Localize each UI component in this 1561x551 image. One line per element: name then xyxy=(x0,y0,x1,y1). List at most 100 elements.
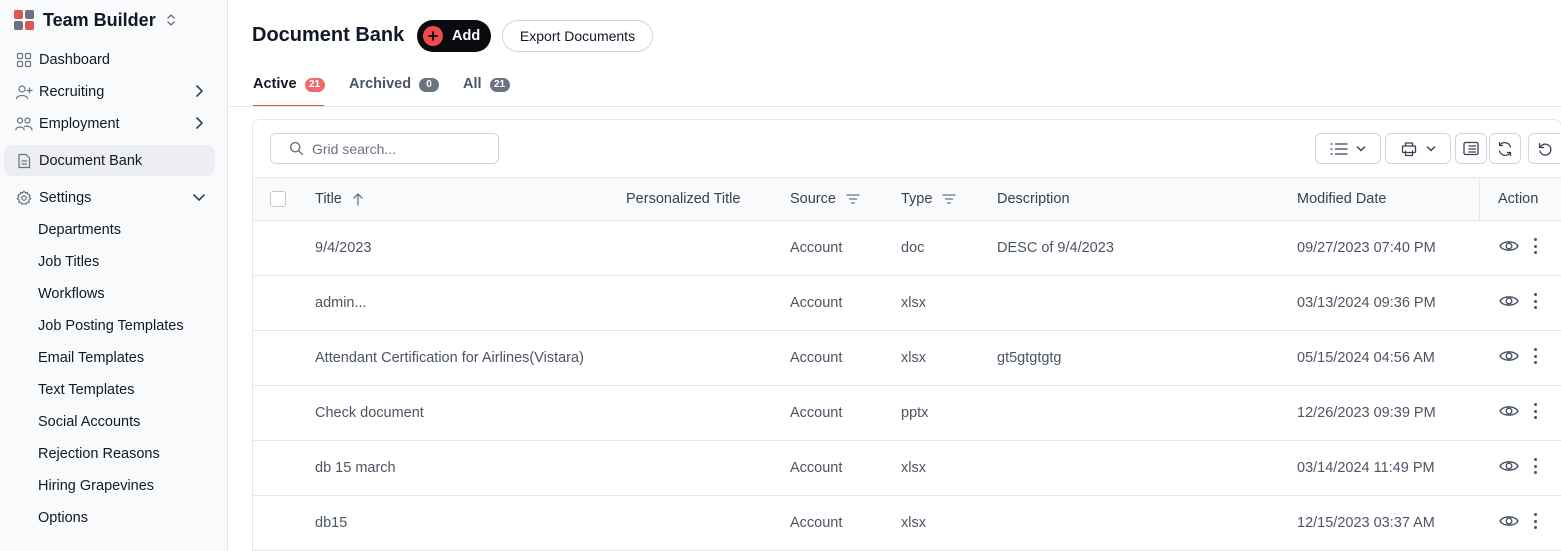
table-row[interactable]: 9/4/2023 Account doc DESC of 9/4/2023 09/27/… xyxy=(253,221,1561,276)
cell-source: Account xyxy=(790,460,843,476)
chevron-down-icon xyxy=(193,194,205,201)
main-content: Document Bank Add Export Documents Activ… xyxy=(229,0,1561,551)
more-options-icon[interactable] xyxy=(1533,293,1537,309)
grid-search[interactable] xyxy=(270,133,499,164)
sidebar-subitem-workflows[interactable]: Workflows xyxy=(38,284,105,304)
cell-type: xlsx xyxy=(901,460,926,476)
reset-button[interactable] xyxy=(1528,133,1560,164)
sidebar-item-recruiting[interactable]: Recruiting xyxy=(4,76,215,107)
sidebar-item-label: Document Bank xyxy=(39,152,143,169)
sidebar-subitem-hiring-grapevines[interactable]: Hiring Grapevines xyxy=(38,476,154,496)
export-icon xyxy=(1401,141,1416,156)
cell-modified-date: 09/27/2023 07:40 PM xyxy=(1297,240,1436,256)
cell-source: Account xyxy=(790,295,843,311)
sidebar-item-document-bank[interactable]: Document Bank xyxy=(4,145,215,176)
view-mode-dropdown[interactable] xyxy=(1315,133,1381,164)
sidebar-subitem-options[interactable]: Options xyxy=(38,508,88,528)
sidebar-subitem-job-titles[interactable]: Job Titles xyxy=(38,252,99,272)
column-header-description[interactable]: Description xyxy=(997,178,1070,220)
sidebar-subitem-social-accounts[interactable]: Social Accounts xyxy=(38,412,140,432)
more-options-icon[interactable] xyxy=(1533,403,1537,419)
user-plus-icon xyxy=(15,83,33,101)
cell-source: Account xyxy=(790,405,843,421)
sidebar-subitem-departments[interactable]: Departments xyxy=(38,220,121,240)
documents-grid: Title Personalized Title Source Type Des… xyxy=(252,119,1561,551)
chevron-down-icon xyxy=(1426,145,1435,151)
eye-icon[interactable] xyxy=(1499,349,1519,363)
column-label: Source xyxy=(790,191,836,207)
plus-icon xyxy=(423,26,443,46)
column-header-title[interactable]: Title xyxy=(315,178,364,220)
eye-icon[interactable] xyxy=(1499,294,1519,308)
refresh-button[interactable] xyxy=(1489,133,1521,164)
cell-type: xlsx xyxy=(901,350,926,366)
eye-icon[interactable] xyxy=(1499,459,1519,473)
table-row[interactable]: admin... Account xlsx 03/13/2024 09:36 PM xyxy=(253,276,1561,331)
eye-icon[interactable] xyxy=(1499,239,1519,253)
add-button-label: Add xyxy=(452,28,481,44)
column-header-action: Action xyxy=(1498,178,1538,220)
search-input[interactable] xyxy=(312,140,482,157)
app-logo-icon xyxy=(14,10,34,30)
cell-modified-date: 05/15/2024 04:56 AM xyxy=(1297,350,1435,366)
tab-label: Active xyxy=(253,76,297,92)
tab-count-badge: 21 xyxy=(489,78,510,92)
sidebar-subitem-email-templates[interactable]: Email Templates xyxy=(38,348,144,368)
table-row[interactable]: db 15 march Account xlsx 03/14/2024 11:49 P… xyxy=(253,441,1561,496)
filter-icon[interactable] xyxy=(942,193,957,205)
column-header-type[interactable]: Type xyxy=(901,178,957,220)
add-button[interactable]: Add xyxy=(417,20,491,52)
tab-active[interactable]: Active 21 xyxy=(253,76,325,107)
tab-all[interactable]: All 21 xyxy=(463,76,510,107)
sidebar-subitem-rejection-reasons[interactable]: Rejection Reasons xyxy=(38,444,160,464)
reset-icon xyxy=(1538,142,1551,156)
column-header-personalized-title[interactable]: Personalized Title xyxy=(626,178,740,220)
column-header-source[interactable]: Source xyxy=(790,178,860,220)
sidebar-item-label: Dashboard xyxy=(39,51,110,68)
columns-button[interactable] xyxy=(1455,133,1487,164)
cell-title: Check document xyxy=(315,405,424,421)
row-actions xyxy=(1499,513,1537,529)
eye-icon[interactable] xyxy=(1499,514,1519,528)
row-actions xyxy=(1499,293,1537,309)
page-title: Document Bank xyxy=(252,24,405,46)
chevron-down-icon xyxy=(1356,145,1366,151)
table-row[interactable]: Attendant Certification for Airlines(Vis… xyxy=(253,331,1561,386)
cell-title: 9/4/2023 xyxy=(315,240,372,256)
sort-ascending-icon[interactable] xyxy=(352,192,364,206)
column-label: Type xyxy=(901,191,933,207)
cell-type: xlsx xyxy=(901,515,926,531)
tabs-divider xyxy=(229,106,1561,107)
cell-type: xlsx xyxy=(901,295,926,311)
more-options-icon[interactable] xyxy=(1533,238,1537,254)
sidebar-subitem-job-posting-templates[interactable]: Job Posting Templates xyxy=(38,316,184,336)
cell-source: Account xyxy=(790,515,843,531)
export-documents-button[interactable]: Export Documents xyxy=(502,20,653,52)
more-options-icon[interactable] xyxy=(1533,513,1537,529)
table-row[interactable]: Check document Account pptx 12/26/2023 09:3… xyxy=(253,386,1561,441)
sidebar-item-settings[interactable]: Settings xyxy=(4,182,215,213)
column-header-modified-date[interactable]: Modified Date xyxy=(1297,178,1386,220)
users-icon xyxy=(15,115,33,133)
cell-modified-date: 03/14/2024 11:49 PM xyxy=(1297,460,1435,476)
more-options-icon[interactable] xyxy=(1533,458,1537,474)
cell-modified-date: 12/26/2023 09:39 PM xyxy=(1297,405,1436,421)
app-title: Team Builder xyxy=(43,9,156,30)
chevron-right-icon xyxy=(196,117,203,129)
tab-archived[interactable]: Archived 0 xyxy=(349,76,440,107)
cell-modified-date: 03/13/2024 09:36 PM xyxy=(1297,295,1436,311)
eye-icon[interactable] xyxy=(1499,404,1519,418)
sidebar-item-dashboard[interactable]: Dashboard xyxy=(4,44,215,75)
column-label: Action xyxy=(1498,191,1539,207)
app-switcher[interactable]: Team Builder xyxy=(14,8,176,32)
more-options-icon[interactable] xyxy=(1533,348,1537,364)
sidebar-subitem-text-templates[interactable]: Text Templates xyxy=(38,380,134,400)
sidebar-item-employment[interactable]: Employment xyxy=(4,108,215,139)
export-dropdown[interactable] xyxy=(1385,133,1451,164)
sidebar-item-label: Employment xyxy=(39,115,120,132)
filter-icon[interactable] xyxy=(846,193,860,205)
chevron-up-down-icon xyxy=(167,14,175,26)
select-all-checkbox[interactable] xyxy=(270,191,286,207)
table-row[interactable]: db15 Account xlsx 12/15/2023 03:37 AM xyxy=(253,496,1561,551)
dashboard-icon xyxy=(15,51,33,69)
